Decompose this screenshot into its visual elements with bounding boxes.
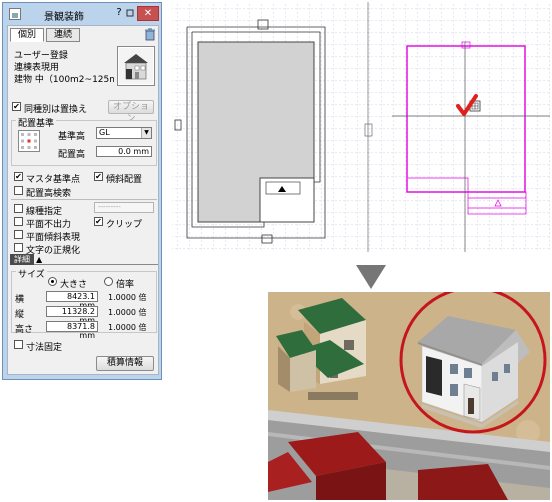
plan-slope-label: 平面傾斜表現: [26, 233, 81, 243]
plan-slope-checkbox[interactable]: [14, 230, 23, 239]
info-line-3: 建物 中（100m2~125m: [14, 75, 114, 85]
width-label: 横: [15, 295, 25, 305]
depth-label: 縦: [15, 310, 25, 320]
height-field[interactable]: 8371.8 mm: [46, 321, 98, 340]
text-normalize-checkbox[interactable]: [14, 243, 23, 252]
close-button[interactable]: ✕: [137, 6, 159, 21]
line-type-value: ---------: [98, 203, 121, 211]
size-radio-label: 大きさ: [60, 280, 88, 290]
tab-individual[interactable]: 個別: [10, 28, 44, 42]
building-icon: [117, 46, 155, 86]
detail-tab[interactable]: 詳細: [10, 254, 34, 265]
trash-icon[interactable]: [144, 28, 156, 41]
placement-height-label: 配置高: [58, 150, 86, 160]
3d-render-view: [268, 292, 550, 500]
no-plan-output-checkbox[interactable]: [14, 217, 23, 226]
line-type-select[interactable]: ---------: [94, 202, 154, 213]
replace-same-type-label: 同種別は置換え: [24, 105, 88, 115]
detail-section-header[interactable]: 詳細 ▲: [10, 254, 158, 265]
dialog-title: 景観装飾: [44, 12, 84, 23]
line-type-checkbox[interactable]: [14, 204, 23, 213]
scale-radio[interactable]: [104, 277, 113, 286]
estimate-info-button[interactable]: 積算情報: [96, 356, 154, 371]
slope-placement-label: 傾斜配置: [106, 175, 143, 185]
line-type-label: 線種指定: [26, 207, 63, 217]
app-icon: [9, 8, 21, 20]
height-label: 高さ: [15, 325, 34, 335]
replace-same-type-checkbox[interactable]: ✔: [12, 102, 21, 111]
placement-grid-icon[interactable]: [18, 130, 40, 152]
width-ratio: 1.0000 倍: [108, 293, 147, 302]
placement-height-search-checkbox[interactable]: [14, 186, 23, 195]
fixed-size-checkbox[interactable]: [14, 340, 23, 349]
placement-group-label: 配置基準: [16, 116, 57, 129]
fixed-size-label: 寸法固定: [26, 343, 63, 353]
clip-label: クリップ: [106, 220, 143, 230]
no-plan-output-label: 平面不出力: [26, 220, 72, 230]
width-field[interactable]: 8423.1 mm: [46, 291, 98, 310]
minimize-button[interactable]: [123, 6, 137, 21]
down-arrow-icon: [356, 265, 386, 292]
tab-continuous[interactable]: 連続: [46, 28, 80, 42]
dialog-body: 個別 連続 ユーザー登録 連棟表現用 建物 中（100m2~125m ✔ 同種別…: [7, 25, 159, 375]
placement-height-field[interactable]: 0.0 mm: [96, 146, 152, 157]
size-radio[interactable]: [48, 277, 57, 286]
title-bar[interactable]: 景観装飾 ? ✕: [3, 3, 161, 25]
base-height-label: 基準高: [58, 132, 86, 142]
depth-field[interactable]: 11328.2 mm: [46, 306, 98, 325]
chevron-down-icon: ▼: [141, 128, 151, 138]
size-group-label: サイズ: [16, 267, 47, 280]
height-ratio: 1.0000 倍: [108, 323, 147, 332]
master-point-label: マスタ基準点: [26, 175, 81, 185]
left-building-entrance: [259, 177, 315, 223]
3d-render-drawing: [268, 292, 550, 500]
landscape-decoration-dialog: 景観装飾 ? ✕ 個別 連続 ユーザー登録 連棟表現用 建物 中（100m2~1…: [2, 2, 162, 380]
placement-height-search-label: 配置高検索: [26, 189, 72, 199]
collapse-arrow-icon[interactable]: ▲: [36, 254, 42, 265]
slope-placement-checkbox[interactable]: ✔: [94, 172, 103, 181]
plan-view-canvas[interactable]: [172, 2, 550, 252]
scale-radio-label: 倍率: [116, 280, 135, 290]
divider: [11, 199, 157, 200]
master-point-checkbox[interactable]: ✔: [14, 172, 23, 181]
base-height-value: GL: [99, 128, 110, 137]
base-height-select[interactable]: GL ▼: [96, 127, 152, 139]
options-button[interactable]: オプション: [108, 100, 154, 124]
plan-view-drawing: [172, 2, 550, 252]
depth-ratio: 1.0000 倍: [108, 308, 147, 317]
clip-checkbox[interactable]: ✔: [94, 217, 103, 226]
